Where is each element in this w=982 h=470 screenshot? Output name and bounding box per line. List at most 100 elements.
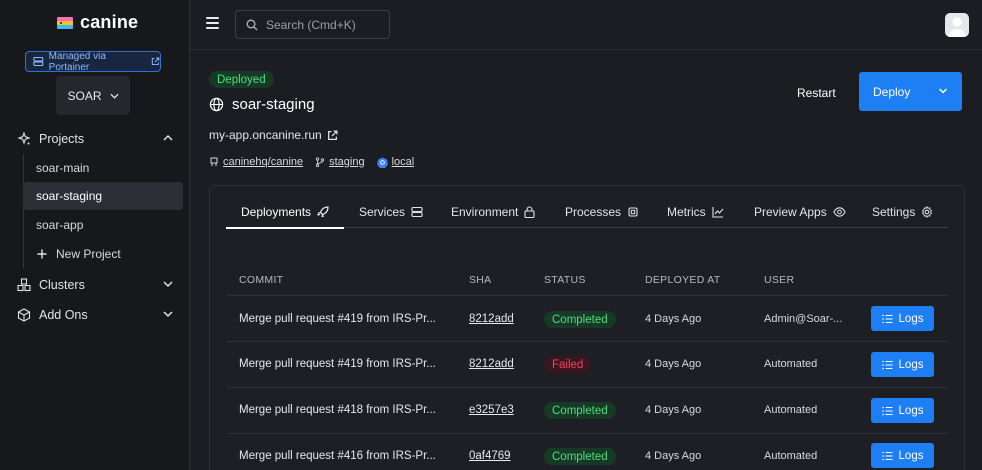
repo-link[interactable]: caninehq/canine: [209, 156, 303, 168]
logs-button-label: Logs: [898, 404, 924, 417]
tab-services[interactable]: Services: [344, 196, 438, 228]
logs-button-label: Logs: [898, 358, 924, 371]
nav-section-addons[interactable]: Add Ons: [0, 302, 190, 328]
status-badge: Completed: [544, 402, 616, 419]
sha-link[interactable]: 0af4769: [469, 450, 511, 462]
tab-label: Processes: [565, 205, 622, 219]
portainer-badge[interactable]: Managed via Portainer: [25, 50, 161, 73]
package-icon: [17, 308, 31, 322]
logs-button[interactable]: Logs: [871, 352, 934, 377]
column-header-user: USER: [764, 274, 795, 286]
chevron-down-icon[interactable]: [938, 86, 948, 96]
deployed-status-badge: Deployed: [209, 71, 274, 88]
git-branch-icon: [315, 157, 325, 167]
nav-section-projects-label: Projects: [39, 132, 85, 146]
search-input[interactable]: [266, 17, 376, 32]
project-select-value: SOAR: [67, 88, 102, 103]
column-header-status: STATUS: [544, 274, 586, 286]
tab-deployments[interactable]: Deployments: [226, 196, 345, 229]
rocket-icon: [317, 205, 329, 217]
deploy-button[interactable]: Deploy: [859, 72, 962, 111]
chevron-down-icon: [109, 93, 119, 99]
sidebar-item-soar-staging[interactable]: soar-staging: [23, 182, 183, 210]
tab-label: Environment: [451, 205, 519, 219]
deploy-user: Automated: [764, 404, 818, 416]
app-title: soar-staging: [209, 96, 315, 113]
github-icon: [210, 157, 218, 166]
nav-section-projects[interactable]: Projects: [0, 126, 190, 152]
column-header-sha: SHA: [469, 274, 492, 286]
tab-preview-apps[interactable]: Preview Apps: [739, 196, 861, 228]
tab-environment[interactable]: Environment: [436, 196, 550, 228]
list-icon: [881, 451, 893, 460]
deployed-at: 4 Days Ago: [645, 450, 702, 462]
sidebar: canine Managed via Portainer SOAR Projec…: [0, 0, 190, 470]
chevron-down-icon: [163, 311, 173, 318]
gear-icon: [922, 206, 933, 218]
column-header-deployed-at: DEPLOYED AT: [645, 274, 721, 286]
sha-link[interactable]: e3257e3: [469, 404, 514, 416]
sidebar-item-label: soar-staging: [36, 189, 103, 203]
project-select[interactable]: SOAR: [56, 76, 130, 115]
menu-icon[interactable]: [206, 17, 219, 29]
tab-processes[interactable]: Processes: [550, 196, 654, 228]
search-box[interactable]: [235, 10, 390, 39]
branch-link-text: staging: [329, 156, 365, 168]
eye-icon: [833, 207, 846, 217]
chevron-down-icon: [163, 281, 173, 288]
portainer-badge-label: Managed via Portainer: [48, 50, 106, 73]
app-tabs: Deployments Services Environment Process…: [226, 196, 948, 229]
status-badge: Completed: [544, 311, 616, 328]
user-avatar-icon: [948, 17, 966, 37]
sidebar-item-label: soar-app: [36, 218, 84, 232]
app-url-link[interactable]: my-app.oncanine.run: [209, 128, 338, 142]
server-icon: [411, 206, 423, 218]
status-badge: Completed: [544, 448, 616, 465]
cubes-icon: [17, 278, 31, 292]
tab-settings[interactable]: Settings: [857, 196, 948, 228]
sparkles-icon: [17, 132, 31, 145]
tab-metrics[interactable]: Metrics: [652, 196, 739, 228]
user-avatar[interactable]: [945, 13, 969, 37]
deployed-at: 4 Days Ago: [645, 358, 702, 370]
external-link-icon: [152, 57, 160, 66]
plus-icon: [37, 249, 47, 259]
logs-button-label: Logs: [898, 449, 924, 462]
status-badge: Failed: [544, 356, 592, 373]
app-title-text: soar-staging: [232, 96, 315, 113]
top-bar: [190, 0, 982, 50]
sha-link[interactable]: 8212add: [469, 313, 514, 325]
search-icon: [246, 19, 258, 30]
table-divider: [227, 433, 948, 434]
chevron-up-icon: [163, 134, 173, 141]
cluster-link[interactable]: local: [376, 156, 415, 168]
app-meta-row: caninehq/canine staging local: [209, 156, 426, 168]
sidebar-item-soar-app[interactable]: soar-app: [23, 211, 183, 239]
nav-section-addons-label: Add Ons: [39, 308, 88, 322]
new-project-button[interactable]: New Project: [23, 240, 183, 268]
commit-message: Merge pull request #418 from IRS-Pr...: [239, 404, 436, 416]
cluster-link-text: local: [391, 156, 415, 168]
logs-button[interactable]: Logs: [871, 398, 934, 423]
external-link-icon: [327, 129, 338, 140]
commit-message: Merge pull request #416 from IRS-Pr...: [239, 450, 436, 462]
cpu-icon: [628, 207, 638, 217]
deploy-user: Admin@Soar-...: [764, 313, 843, 325]
sidebar-item-soar-main[interactable]: soar-main: [23, 154, 183, 182]
logs-button[interactable]: Logs: [871, 306, 934, 331]
branch-link[interactable]: staging: [315, 156, 365, 168]
sha-link[interactable]: 8212add: [469, 358, 514, 370]
repo-link-text: caninehq/canine: [223, 156, 304, 168]
nav-section-clusters[interactable]: Clusters: [0, 272, 190, 298]
restart-button[interactable]: Restart: [797, 83, 836, 103]
table-divider: [227, 387, 948, 388]
brand-logo[interactable]: canine: [56, 12, 138, 33]
new-project-label: New Project: [56, 247, 121, 261]
logs-button-label: Logs: [898, 312, 924, 325]
commit-message: Merge pull request #419 from IRS-Pr...: [239, 358, 436, 370]
logs-button[interactable]: Logs: [871, 443, 934, 468]
brand-name: canine: [80, 12, 139, 32]
deploy-user: Automated: [764, 450, 818, 462]
server-icon: [33, 56, 44, 67]
tab-label: Services: [359, 205, 406, 219]
